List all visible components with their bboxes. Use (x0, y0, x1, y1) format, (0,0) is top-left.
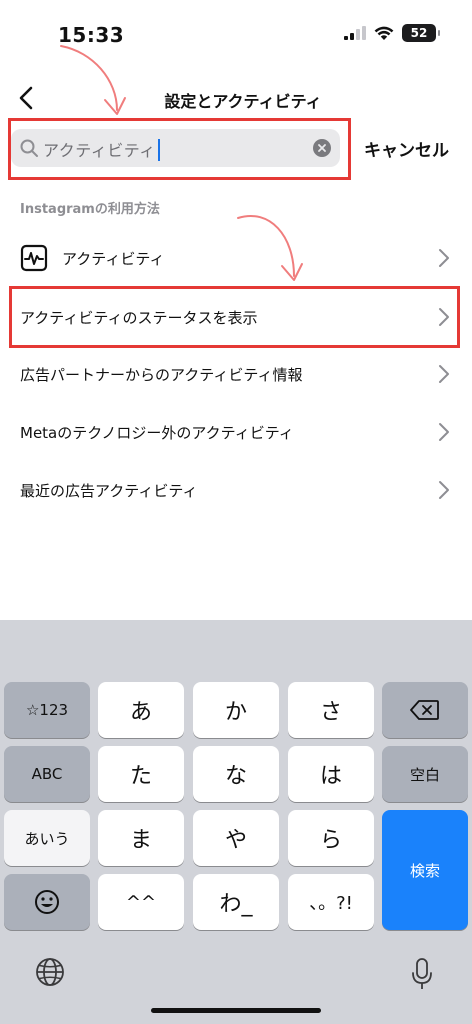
result-row-recent-ad-activity[interactable]: 最近の広告アクティビティ (0, 462, 472, 518)
chevron-right-icon (439, 423, 449, 441)
globe-button[interactable] (32, 954, 68, 990)
page-title: 設定とアクティビティ (164, 92, 322, 111)
section-label: Instagramの利用方法 (20, 202, 160, 217)
search-input[interactable]: アクティビティ (11, 129, 340, 167)
wifi-icon (374, 26, 394, 40)
activity-icon (20, 244, 48, 272)
key-mode-kana[interactable]: あいう (4, 810, 90, 866)
cancel-button[interactable]: キャンセル (364, 136, 449, 161)
search-key[interactable]: 検索 (382, 810, 468, 930)
emoji-icon (35, 890, 59, 914)
close-icon (318, 144, 326, 152)
key-kaomoji[interactable]: ^^ (98, 874, 184, 930)
chevron-right-icon (439, 308, 449, 326)
dictation-button[interactable] (404, 954, 440, 994)
signal-icon (344, 26, 366, 40)
result-row-activity-status[interactable]: アクティビティのステータスを表示 (0, 289, 472, 345)
backspace-icon (410, 700, 439, 720)
emoji-key[interactable] (4, 874, 90, 930)
key-a[interactable]: あ (98, 682, 184, 738)
backspace-button[interactable] (382, 682, 468, 738)
key-wa[interactable]: わ_ (193, 874, 279, 930)
key-mode-123[interactable]: ☆123 (4, 682, 90, 738)
result-row-label: Metaのテクノロジー外のアクティビティ (20, 423, 294, 442)
key-na[interactable]: な (193, 746, 279, 802)
space-key[interactable]: 空白 (382, 746, 468, 802)
result-row-label: 最近の広告アクティビティ (20, 481, 198, 500)
key-punctuation[interactable]: 、。?! (288, 874, 374, 930)
nav-bar: 設定とアクティビティ (0, 76, 472, 120)
result-row-label: アクティビティ (62, 249, 165, 268)
chevron-right-icon (439, 249, 449, 267)
search-input-value: アクティビティ (43, 137, 160, 161)
result-row-label: 広告パートナーからのアクティビティ情報 (20, 365, 303, 384)
result-row-activity[interactable]: アクティビティ (0, 230, 472, 286)
search-icon (20, 139, 38, 157)
key-ma[interactable]: ま (98, 810, 184, 866)
key-sa[interactable]: さ (288, 682, 374, 738)
status-icons: 52 (344, 24, 440, 42)
result-row-ad-partners[interactable]: 広告パートナーからのアクティビティ情報 (0, 346, 472, 402)
home-indicator (151, 1008, 321, 1013)
key-ra[interactable]: ら (288, 810, 374, 866)
chevron-right-icon (439, 481, 449, 499)
clear-search-button[interactable] (313, 139, 331, 157)
key-ta[interactable]: た (98, 746, 184, 802)
battery-level: 52 (410, 26, 428, 40)
status-bar: 15:33 52 (0, 0, 472, 70)
key-mode-abc[interactable]: ABC (4, 746, 90, 802)
key-ya[interactable]: や (193, 810, 279, 866)
key-ka[interactable]: か (193, 682, 279, 738)
status-time: 15:33 (58, 23, 125, 47)
key-ha[interactable]: は (288, 746, 374, 802)
battery-indicator: 52 (402, 24, 440, 42)
result-row-label: アクティビティのステータスを表示 (20, 308, 258, 327)
globe-icon (36, 958, 64, 986)
keyboard: ☆123 あ か さ ABC た な は 空白 あいう ま や ら 検索 ^^ … (0, 620, 472, 1024)
text-caret (157, 139, 160, 161)
result-row-off-meta[interactable]: Metaのテクノロジー外のアクティビティ (0, 404, 472, 460)
chevron-right-icon (439, 365, 449, 383)
microphone-icon (412, 958, 432, 989)
